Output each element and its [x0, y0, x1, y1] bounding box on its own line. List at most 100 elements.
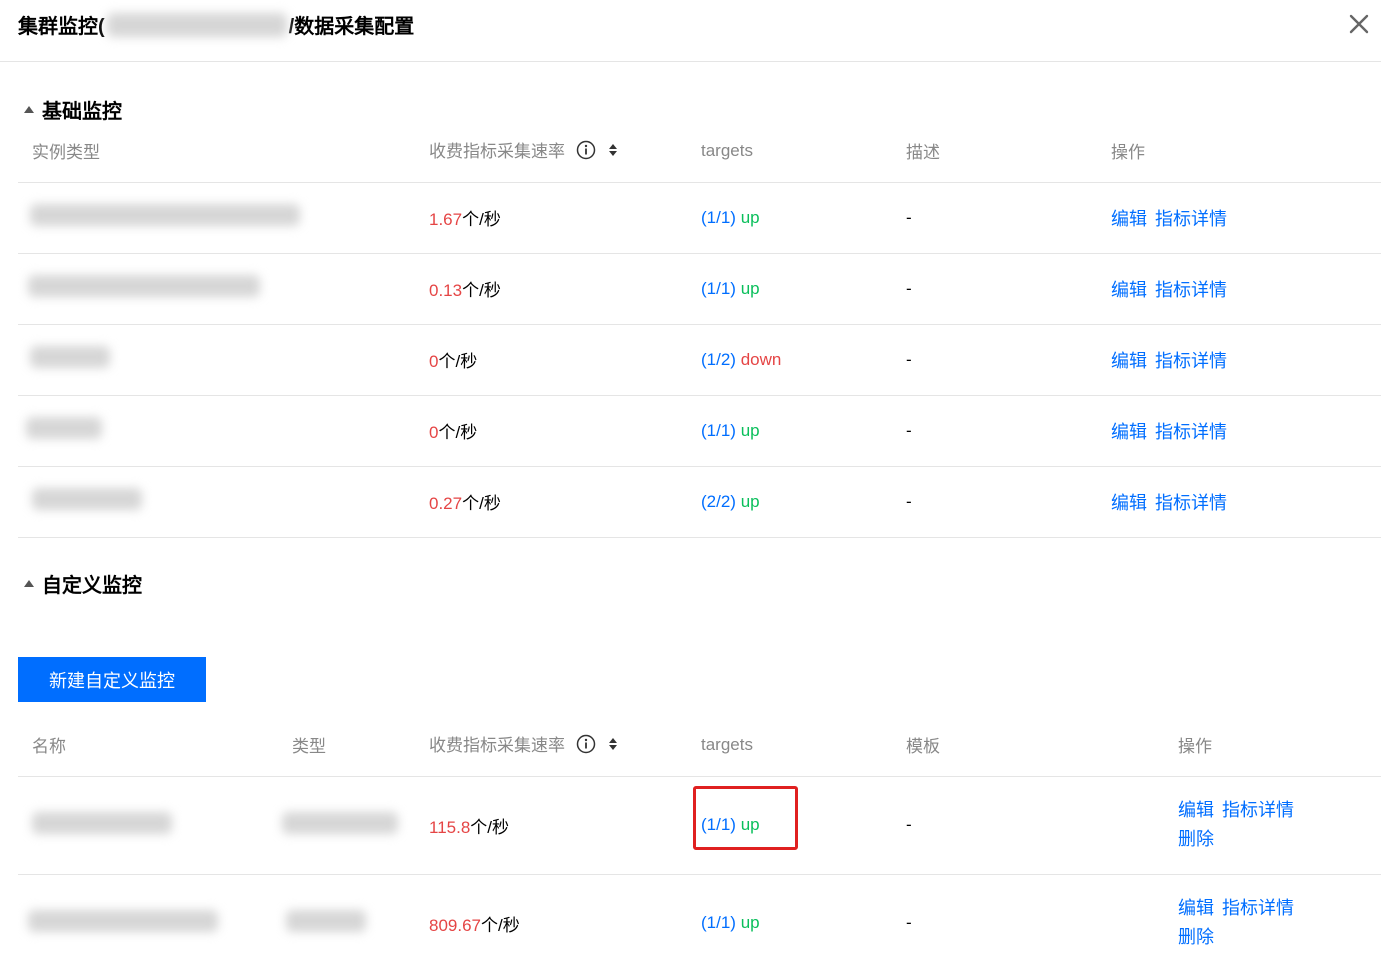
rate-value: 0.13: [429, 281, 463, 300]
rate-unit: 个/秒: [462, 494, 501, 513]
type-cell: [282, 776, 429, 875]
col-actions: 操作: [1111, 120, 1381, 183]
instance-type-cell: [18, 395, 429, 467]
metric-detail-link[interactable]: 指标详情: [1155, 493, 1227, 513]
col-type: 类型: [292, 714, 429, 777]
actions-cell: 编辑 指标详情 删除: [1178, 874, 1381, 966]
table-header-row: 名称 类型 收费指标采集速率 targets 模板 操作: [18, 714, 1381, 777]
actions-cell: 编辑 指标详情: [1111, 395, 1381, 467]
table-row: 1.67个/秒 (1/1) up - 编辑 指标详情: [18, 182, 1381, 254]
edit-link[interactable]: 编辑: [1111, 422, 1147, 442]
edit-link[interactable]: 编辑: [1178, 800, 1214, 820]
rate-cell: 1.67个/秒: [429, 182, 701, 254]
info-icon[interactable]: [576, 734, 596, 759]
actions-cell: 编辑 指标详情: [1111, 182, 1381, 254]
metric-detail-link[interactable]: 指标详情: [1155, 422, 1227, 442]
custom-section-title: 自定义监控: [42, 575, 142, 597]
title-suffix: /数据采集配置: [288, 16, 415, 38]
table-row: 0.13个/秒 (1/1) up - 编辑 指标详情: [18, 253, 1381, 325]
col-rate[interactable]: 收费指标采集速率: [429, 120, 701, 183]
blurred-instance-type: [28, 275, 260, 297]
rate-cell: 0.27个/秒: [429, 466, 701, 538]
table-row: 115.8个/秒 (1/1) up - 编辑 指标详情 删除: [18, 776, 1381, 875]
targets-cell[interactable]: (2/2) up: [701, 466, 906, 538]
targets-cell[interactable]: (1/1) up: [701, 874, 906, 966]
edit-link[interactable]: 编辑: [1111, 493, 1147, 513]
blurred-name: [28, 909, 218, 932]
description-cell: -: [906, 324, 1111, 396]
info-icon[interactable]: [576, 140, 596, 165]
col-rate-label: 收费指标采集速率: [429, 141, 565, 161]
blurred-instance-type: [30, 204, 300, 226]
instance-type-cell: [18, 182, 429, 254]
edit-link[interactable]: 编辑: [1111, 351, 1147, 371]
targets-count[interactable]: (1/2): [701, 350, 736, 369]
blurred-instance-type: [26, 417, 102, 439]
actions-cell: 编辑 指标详情: [1111, 253, 1381, 325]
actions-cell: 编辑 指标详情: [1111, 324, 1381, 396]
table-row: 809.67个/秒 (1/1) up - 编辑 指标详情 删除: [18, 874, 1381, 966]
name-cell: [18, 874, 292, 966]
sort-icon[interactable]: [608, 736, 618, 757]
rate-unit: 个/秒: [438, 423, 478, 442]
edit-link[interactable]: 编辑: [1178, 898, 1214, 918]
targets-status: up: [740, 207, 760, 227]
metric-detail-link[interactable]: 指标详情: [1222, 898, 1294, 918]
targets-status: up: [740, 278, 760, 298]
metric-detail-link[interactable]: 指标详情: [1155, 280, 1227, 300]
new-custom-monitor-button[interactable]: 新建自定义监控: [18, 657, 206, 702]
rate-unit: 个/秒: [470, 817, 510, 837]
instance-type-cell: [18, 253, 429, 325]
collapse-triangle-icon[interactable]: [24, 106, 34, 113]
template-cell: -: [906, 776, 1178, 875]
targets-cell[interactable]: (1/1) up: [701, 776, 906, 875]
collapse-triangle-icon[interactable]: [24, 580, 34, 587]
table-row: 0个/秒 (1/1) up - 编辑 指标详情: [18, 395, 1381, 467]
dialog-header: 集群监控( /数据采集配置: [0, 0, 1381, 62]
metric-detail-link[interactable]: 指标详情: [1222, 800, 1294, 820]
table-header-row: 实例类型 收费指标采集速率 targets 描述 操作: [18, 120, 1381, 183]
edit-link[interactable]: 编辑: [1111, 209, 1147, 229]
blurred-type: [282, 811, 398, 834]
rate-cell: 0个/秒: [429, 395, 701, 467]
targets-cell[interactable]: (1/1) up: [701, 253, 906, 325]
delete-link[interactable]: 删除: [1178, 829, 1214, 849]
dialog-title: 集群监控( /数据采集配置: [18, 10, 414, 39]
targets-count[interactable]: (1/1): [701, 208, 736, 227]
metric-detail-link[interactable]: 指标详情: [1155, 351, 1227, 371]
targets-cell[interactable]: (1/1) up: [701, 395, 906, 467]
rate-cell: 115.8个/秒: [429, 776, 701, 875]
rate-unit: 个/秒: [438, 352, 478, 371]
rate-cell: 0.13个/秒: [429, 253, 701, 325]
targets-cell[interactable]: (1/2) down: [701, 324, 906, 396]
col-description: 描述: [906, 120, 1111, 183]
targets-count[interactable]: (1/1): [701, 279, 736, 298]
col-targets: targets: [701, 714, 906, 777]
col-rate[interactable]: 收费指标采集速率: [429, 714, 701, 777]
custom-section-header[interactable]: 自定义监控: [24, 569, 142, 598]
targets-count[interactable]: (1/1): [701, 421, 736, 440]
actions-cell: 编辑 指标详情 删除: [1178, 776, 1381, 875]
targets-count[interactable]: (2/2): [701, 492, 736, 511]
targets-status: down: [740, 349, 782, 369]
metric-detail-link[interactable]: 指标详情: [1155, 209, 1227, 229]
targets-cell[interactable]: (1/1) up: [701, 182, 906, 254]
description-cell: -: [906, 395, 1111, 467]
blurred-instance-type: [32, 488, 142, 510]
targets-count[interactable]: (1/1): [701, 815, 736, 834]
close-icon[interactable]: [1343, 8, 1375, 40]
targets-status: up: [740, 420, 760, 440]
delete-link[interactable]: 删除: [1178, 927, 1214, 947]
table-row: 0个/秒 (1/2) down - 编辑 指标详情: [18, 324, 1381, 396]
edit-link[interactable]: 编辑: [1111, 280, 1147, 300]
col-rate-label: 收费指标采集速率: [429, 735, 565, 755]
rate-cell: 809.67个/秒: [429, 874, 701, 966]
instance-type-cell: [18, 466, 429, 538]
sort-icon[interactable]: [608, 142, 618, 163]
targets-count[interactable]: (1/1): [701, 913, 736, 932]
rate-unit: 个/秒: [481, 915, 520, 935]
col-instance-type: 实例类型: [18, 120, 429, 183]
blurred-instance-type: [30, 346, 110, 368]
rate-cell: 0个/秒: [429, 324, 701, 396]
blurred-cluster-name: [106, 12, 287, 37]
